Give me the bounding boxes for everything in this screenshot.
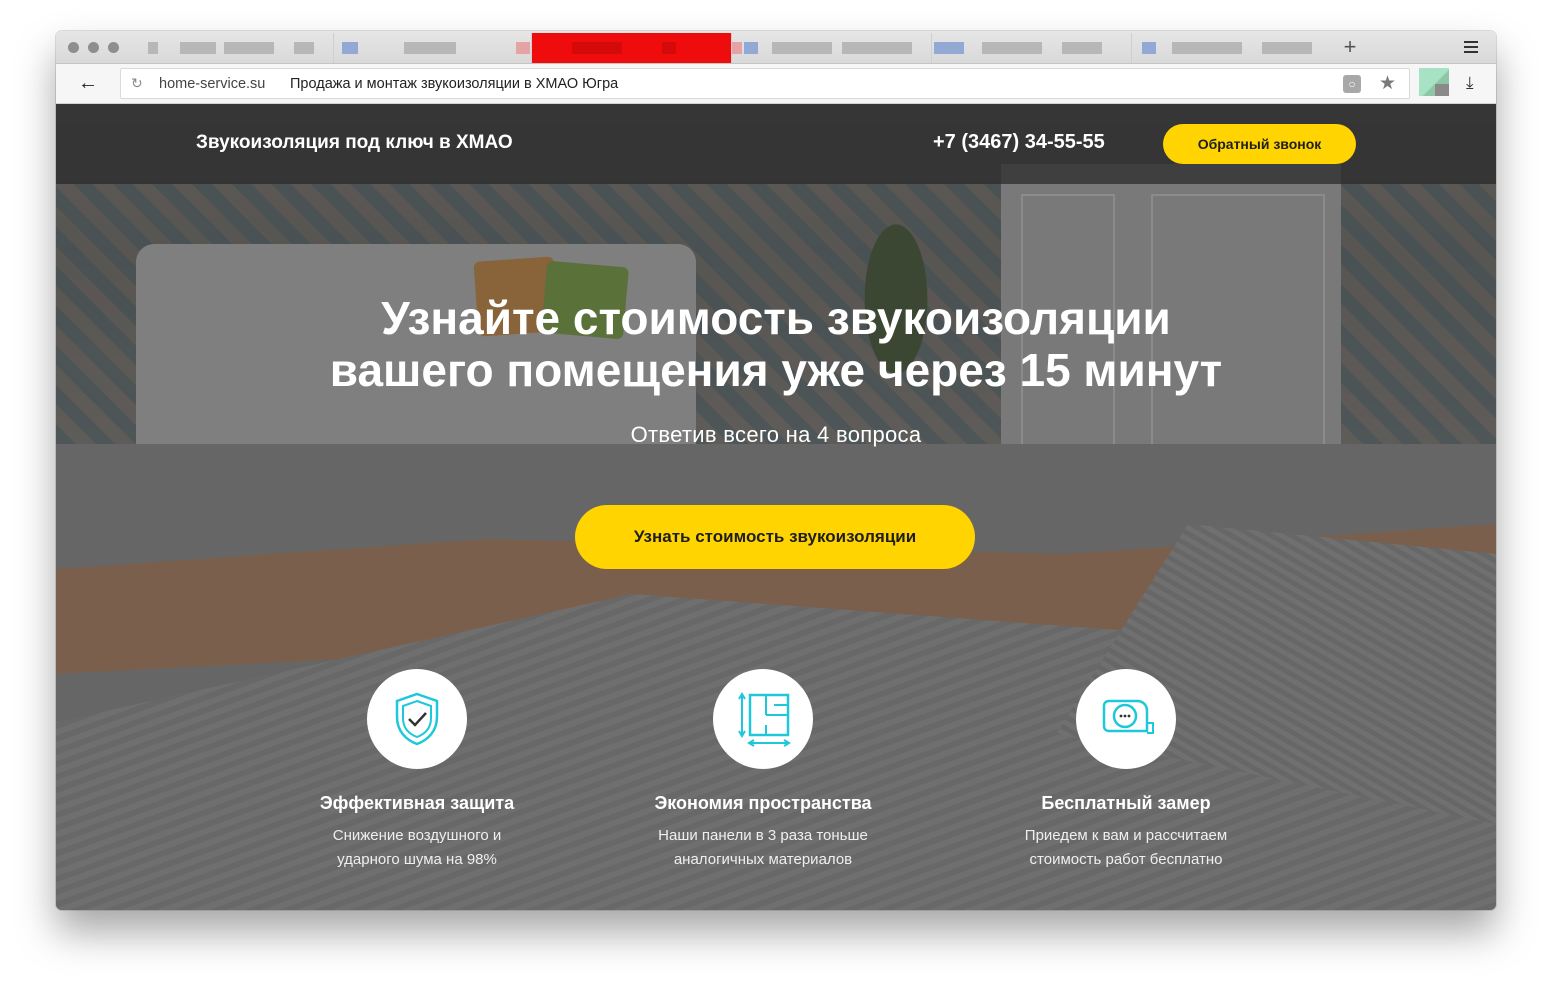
hero-title-line-1: Узнайте стоимость звукоизоляции (381, 292, 1171, 344)
browser-window: + ← ↻ home-service.su Продажа и монтаж з… (56, 31, 1496, 910)
feature-measure: Бесплатный замер Приедем к вам и рассчит… (966, 669, 1286, 872)
bookmark-star-icon[interactable]: ★ (1379, 72, 1396, 95)
hero-title: Узнайте стоимость звукоизоляции вашего п… (176, 292, 1376, 396)
feature-title: Экономия пространства (654, 793, 872, 813)
address-page-title: Продажа и монтаж звукоизоляции в ХМАО Юг… (290, 76, 619, 92)
feature-text: Снижение воздушного и ударного шума на 9… (257, 824, 577, 872)
tab-1[interactable] (134, 33, 334, 63)
floor-plan-icon (738, 692, 791, 747)
hero-subtitle: Ответив всего на 4 вопроса (630, 422, 922, 447)
feature-text-line-2: аналогичных материалов (673, 851, 853, 868)
reload-icon[interactable]: ↻ (131, 75, 143, 92)
feature-text-line-1: Приедем к вам и рассчитаем (1024, 827, 1228, 844)
feature-text-line-2: ударного шума на 98% (337, 851, 497, 868)
tab-strip (134, 33, 1330, 63)
tape-measure-icon (1102, 699, 1154, 734)
globe-icon[interactable]: ○ (1343, 75, 1361, 93)
tab-4[interactable] (732, 33, 932, 63)
tab-bar: + (56, 31, 1496, 64)
close-window-button[interactable] (68, 42, 79, 53)
feature-icon-circle (1076, 669, 1176, 769)
feature-icon-circle (713, 669, 813, 769)
feature-text-line-1: Снижение воздушного и (332, 827, 502, 844)
tab-5[interactable] (932, 33, 1132, 63)
callback-button[interactable]: Обратный звонок (1163, 124, 1356, 164)
phone-number[interactable]: +7 (3467) 34-55-55 (933, 131, 1105, 154)
new-tab-button[interactable]: + (1339, 35, 1361, 59)
tab-active[interactable] (532, 33, 732, 63)
browser-toolbar: ← ↻ home-service.su Продажа и монтаж зву… (56, 64, 1496, 104)
minimize-window-button[interactable] (88, 42, 99, 53)
download-icon[interactable]: ⤓ (1466, 73, 1474, 93)
get-price-button[interactable]: Узнать стоимость звукоизоляции (575, 505, 975, 569)
feature-text: Приедем к вам и рассчитаем стоимость раб… (966, 824, 1286, 872)
address-bar[interactable]: ↻ home-service.su Продажа и монтаж звуко… (120, 68, 1410, 99)
feature-space: Экономия пространства Наши панели в 3 ра… (603, 669, 923, 872)
feature-text-line-2: стоимость работ бесплатно (1029, 851, 1223, 868)
feature-icon-circle (367, 669, 467, 769)
hero-title-line-2: вашего помещения уже через 15 минут (329, 344, 1223, 396)
zoom-window-button[interactable] (108, 42, 119, 53)
extension-icon[interactable] (1419, 68, 1449, 96)
feature-text: Наши панели в 3 раза тоньше аналогичных … (603, 824, 923, 872)
hamburger-menu-icon[interactable] (1464, 41, 1478, 53)
back-arrow-icon[interactable]: ← (78, 72, 100, 94)
site-logo-text[interactable]: Звукоизоляция под ключ в ХМАО (196, 132, 513, 154)
feature-title: Эффективная защита (319, 793, 515, 813)
shield-check-icon (395, 692, 439, 746)
tab-6[interactable] (1132, 33, 1330, 63)
feature-text-line-1: Наши панели в 3 раза тоньше (658, 827, 868, 844)
address-url: home-service.su (159, 76, 266, 92)
feature-title: Бесплатный замер (1041, 793, 1211, 813)
feature-protection: Эффективная защита Снижение воздушного и… (257, 669, 577, 872)
tab-2[interactable] (334, 33, 532, 63)
landing-page: Звукоизоляция под ключ в ХМАО +7 (3467) … (56, 104, 1496, 910)
site-header: Звукоизоляция под ключ в ХМАО +7 (3467) … (56, 104, 1496, 184)
